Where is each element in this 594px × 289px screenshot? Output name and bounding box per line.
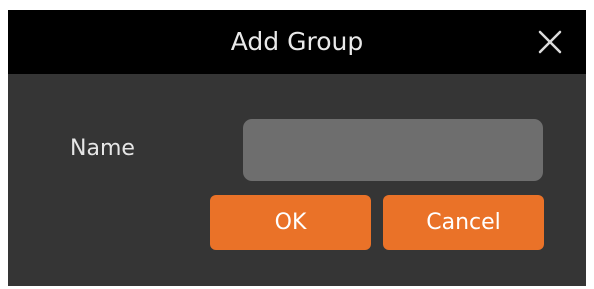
name-input[interactable] [243, 119, 543, 181]
dialog-title: Add Group [230, 27, 364, 56]
name-label: Name [70, 136, 135, 161]
close-button[interactable] [532, 24, 568, 60]
add-group-dialog: Add Group Name OK Cancel [8, 10, 586, 286]
cancel-button[interactable]: Cancel [383, 195, 544, 250]
ok-button[interactable]: OK [210, 195, 371, 250]
close-icon [538, 30, 562, 54]
dialog-titlebar: Add Group [8, 10, 586, 74]
